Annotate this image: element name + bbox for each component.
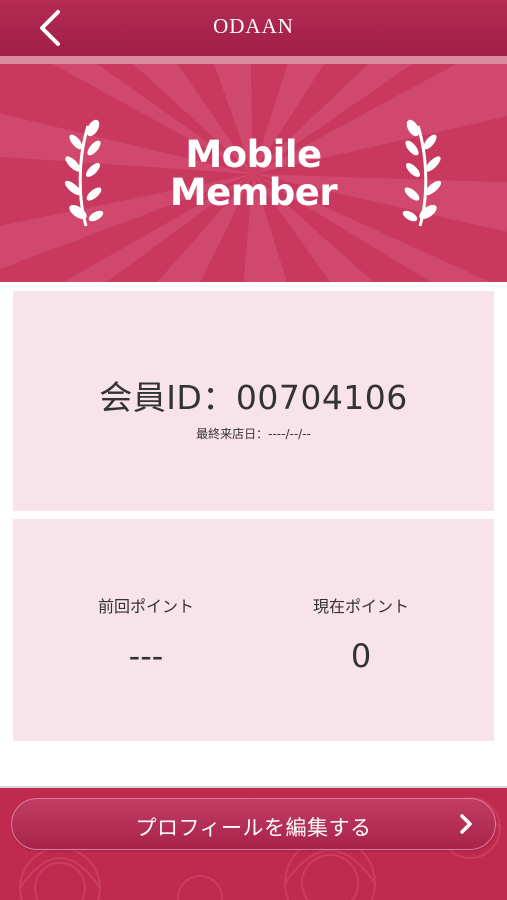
current-points-value: 0 [350,637,372,675]
chevron-right-icon [460,814,472,834]
last-visit-date: 最終来店日：----/--/-- [196,427,311,441]
previous-points-label: 前回ポイント [97,597,194,616]
membership-banner: Mobile Member [0,64,507,282]
laurel-icon [402,119,442,227]
app-title: ODAAN [213,14,294,38]
member-card-screen: ODAAN Mobile Member 会員ID：00704106 最終来店日：… [0,0,507,900]
current-points: 現在ポイント 0 [241,593,481,675]
previous-points-value: --- [128,637,164,675]
member-id-card: 会員ID：00704106 最終来店日：----/--/-- [13,291,494,511]
previous-points: 前回ポイント --- [26,593,266,675]
edit-profile-button[interactable]: プロフィールを編集する [11,798,496,850]
member-id: 会員ID：00704106 [99,378,408,417]
points-card: 前回ポイント --- 現在ポイント 0 [13,519,494,741]
edit-profile-label: プロフィールを編集する [135,816,372,840]
nav-header: ODAAN [0,0,507,64]
footer-bar: プロフィールを編集する [0,786,507,900]
current-points-label: 現在ポイント [312,597,409,616]
